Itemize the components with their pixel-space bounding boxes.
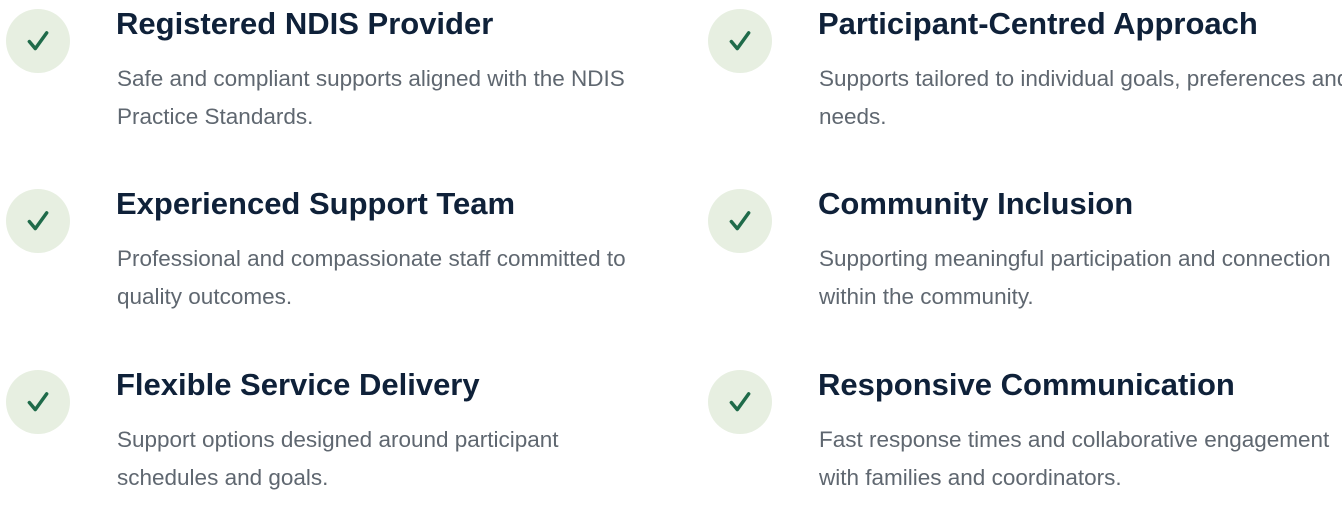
- feature-description: Supporting meaningful participation and …: [819, 246, 1331, 309]
- check-badge: [6, 370, 70, 434]
- feature-item-flexible-delivery: Flexible Service Delivery Support option…: [6, 361, 626, 511]
- check-badge: [6, 9, 70, 73]
- check-badge: [708, 370, 772, 434]
- feature-title: Participant-Centred Approach: [818, 6, 1258, 41]
- feature-description: Supports tailored to individual goals, p…: [819, 66, 1342, 129]
- feature-description: Professional and compassionate staff com…: [117, 246, 626, 309]
- features-grid: Registered NDIS Provider Safe and compli…: [0, 0, 1342, 493]
- feature-item-community-inclusion: Community Inclusion Supporting meaningfu…: [708, 180, 1331, 330]
- feature-item-participant-centred: Participant-Centred Approach Supports ta…: [708, 0, 1342, 150]
- check-badge: [708, 9, 772, 73]
- check-icon: [729, 211, 751, 231]
- check-icon: [729, 31, 751, 51]
- feature-title: Responsive Communication: [818, 367, 1235, 402]
- feature-title: Registered NDIS Provider: [116, 6, 494, 41]
- check-icon: [729, 392, 751, 412]
- feature-description: Support options designed around particip…: [117, 427, 559, 490]
- check-badge: [6, 189, 70, 253]
- feature-item-experienced-team: Experienced Support Team Professional an…: [6, 180, 626, 330]
- feature-description: Fast response times and collaborative en…: [819, 427, 1330, 490]
- check-badge: [708, 189, 772, 253]
- feature-title: Community Inclusion: [818, 186, 1134, 221]
- feature-description: Safe and compliant supports aligned with…: [117, 66, 625, 129]
- feature-item-responsive-communication: Responsive Communication Fast response t…: [708, 361, 1329, 511]
- check-icon: [27, 211, 49, 231]
- feature-title: Experienced Support Team: [116, 186, 516, 221]
- feature-title: Flexible Service Delivery: [116, 367, 480, 402]
- check-icon: [27, 31, 49, 51]
- check-icon: [27, 392, 49, 412]
- feature-item-registered-provider: Registered NDIS Provider Safe and compli…: [6, 0, 626, 150]
